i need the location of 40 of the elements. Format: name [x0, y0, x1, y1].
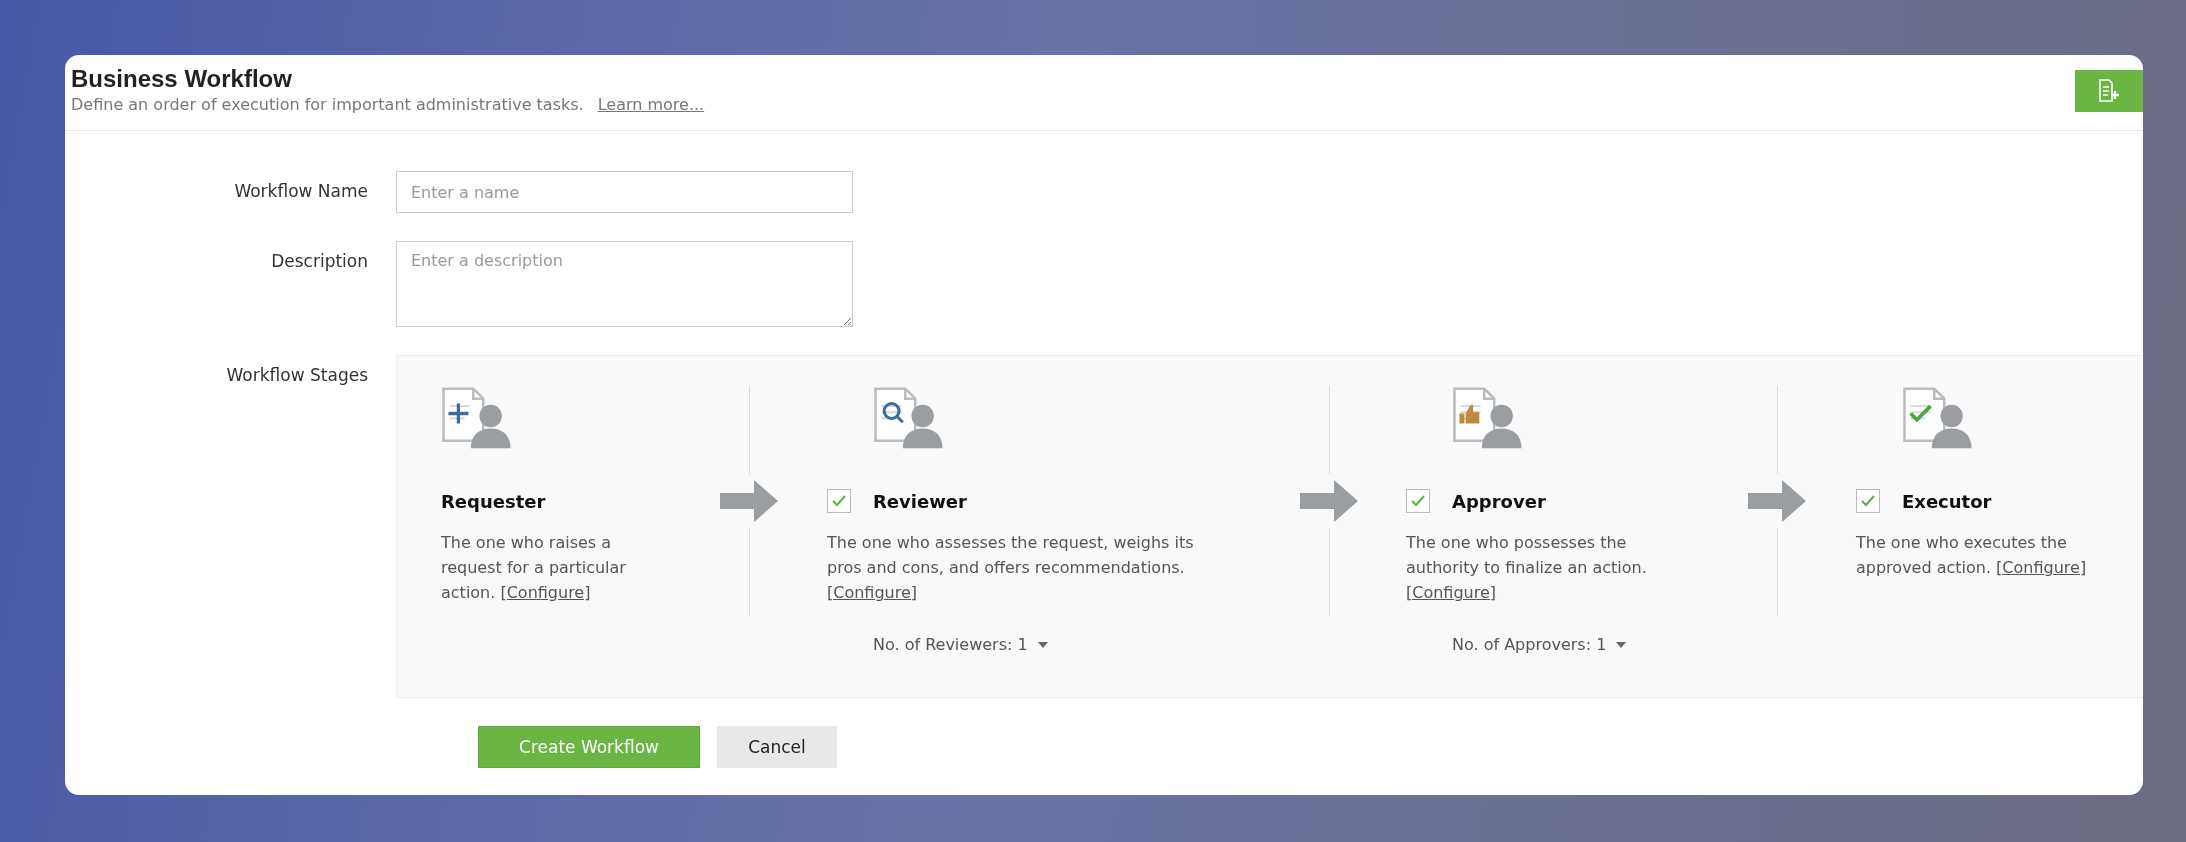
document-person-icon [1452, 386, 1524, 451]
field-label: Workflow Name [233, 180, 368, 201]
document-person-icon [1902, 386, 1974, 451]
caret-icon [1037, 641, 1048, 648]
document-person-icon [873, 386, 945, 451]
count-dropdown[interactable]: No. of Reviewers: 1 [873, 635, 1297, 654]
arrow-icon [1748, 480, 1806, 522]
arrow-icon [1300, 480, 1358, 522]
document-person-icon [441, 386, 513, 451]
arrow-icon [720, 480, 778, 522]
add-document-icon [2098, 78, 2120, 104]
check-icon [831, 494, 847, 508]
stage-description: The one who possesses the authority to finalize an action. [Configure] [1406, 532, 1648, 604]
stage-checkbox[interactable] [827, 489, 851, 513]
configure-link[interactable]: [Configure] [500, 583, 591, 602]
name-input-field[interactable]: Enter a name [396, 171, 853, 213]
stage-checkbox[interactable] [1406, 489, 1430, 513]
stage-title: Reviewer [873, 490, 967, 512]
configure-link[interactable]: [Configure] [1406, 583, 1497, 602]
configure-link[interactable]: [Configure] [827, 583, 918, 602]
caret-icon [1616, 641, 1627, 648]
check-icon [1410, 494, 1426, 508]
page-title: Business Workflow [71, 65, 293, 93]
configure-link[interactable]: [Configure] [1996, 558, 2087, 577]
stage-title: Requester [441, 490, 546, 512]
check-icon [1860, 494, 1876, 508]
stage-title: Executor [1902, 490, 1992, 512]
field-label: Description [270, 250, 368, 271]
stage-checkbox[interactable] [1856, 489, 1880, 513]
field-label: Workflow Stages [225, 364, 368, 385]
cancel-button[interactable]: Cancel [717, 726, 837, 768]
stage-description: The one who raises a request for a particular action. [Configure] [441, 532, 627, 604]
description-input-field[interactable]: Enter a description [396, 241, 853, 327]
stage-description: The one who assesses the request, weighs its pros and cons, and offers recommendations. [Configure] [827, 532, 1195, 604]
stage-description: The one who executes the approved action. [Configure] [1856, 532, 2088, 579]
stage-title: Approver [1452, 490, 1546, 512]
learn-more-link[interactable]: Learn more... [597, 95, 705, 114]
count-dropdown[interactable]: No. of Approvers: 1 [1452, 635, 1745, 654]
page-subtitle: Define an order of execution for important administrative tasks. [71, 95, 584, 114]
add-document-button[interactable] [2075, 70, 2143, 112]
